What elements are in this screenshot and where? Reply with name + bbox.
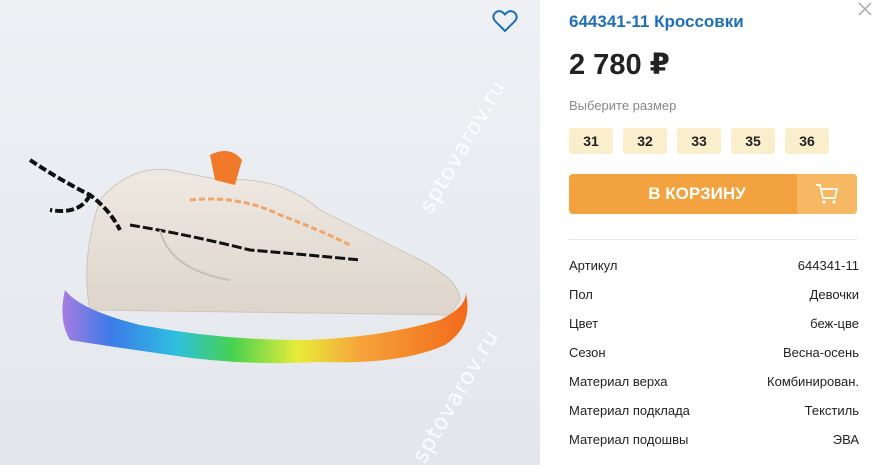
add-to-cart-button[interactable]: В КОРЗИНУ (569, 174, 857, 214)
spec-row: Материал подошвы ЭВА (569, 432, 859, 461)
size-selector: 31 32 33 35 36 (569, 128, 829, 154)
favorite-button[interactable] (490, 6, 520, 36)
spec-row: Материал подклада Текстиль (569, 403, 859, 432)
spec-key: Артикул (569, 258, 618, 273)
close-button[interactable] (856, 0, 874, 18)
spec-value: Весна-осень (782, 345, 859, 360)
size-option[interactable]: 31 (569, 128, 613, 154)
product-image-panel: sptovarov.ru sptovarov.ru (0, 0, 540, 465)
spec-key: Материал подклада (569, 403, 690, 418)
product-title[interactable]: 644341-11 Кроссовки (569, 12, 744, 32)
product-price: 2 780 ₽ (569, 49, 670, 81)
spec-row: Материал верха Комбинирован. (569, 374, 859, 403)
cart-icon (816, 184, 839, 204)
size-option[interactable]: 36 (785, 128, 829, 154)
spec-row: Сезон Весна-осень (569, 345, 859, 374)
spec-row: Пол Девочки (569, 287, 859, 316)
spec-key: Материал верха (569, 374, 668, 389)
size-option[interactable]: 35 (731, 128, 775, 154)
spec-row: Артикул 644341-11 (569, 258, 859, 287)
spec-value: Девочки (809, 287, 859, 302)
size-option[interactable]: 33 (677, 128, 721, 154)
spec-value: Текстиль (804, 403, 859, 418)
spec-key: Пол (569, 287, 593, 302)
spec-list: Артикул 644341-11 Пол Девочки Цвет беж-ц… (569, 258, 859, 461)
product-info-panel: 644341-11 Кроссовки 2 780 ₽ Выберите раз… (540, 0, 886, 465)
spec-key: Цвет (569, 316, 599, 331)
close-icon (858, 2, 872, 16)
spec-value: Комбинирован. (767, 374, 859, 389)
spec-value: 644341-11 (797, 258, 859, 273)
cart-icon-wrap (797, 174, 857, 214)
size-prompt: Выберите размер (569, 98, 677, 113)
spec-value: ЭВА (832, 432, 859, 447)
spec-key: Материал подошвы (569, 432, 689, 447)
spec-value: беж-цве (810, 316, 859, 331)
spec-row: Цвет беж-цве (569, 316, 859, 345)
size-option[interactable]: 32 (623, 128, 667, 154)
divider (569, 239, 857, 240)
heart-icon (492, 10, 518, 33)
spec-key: Сезон (569, 345, 606, 360)
add-to-cart-label: В КОРЗИНУ (648, 184, 746, 203)
product-image (28, 151, 468, 364)
